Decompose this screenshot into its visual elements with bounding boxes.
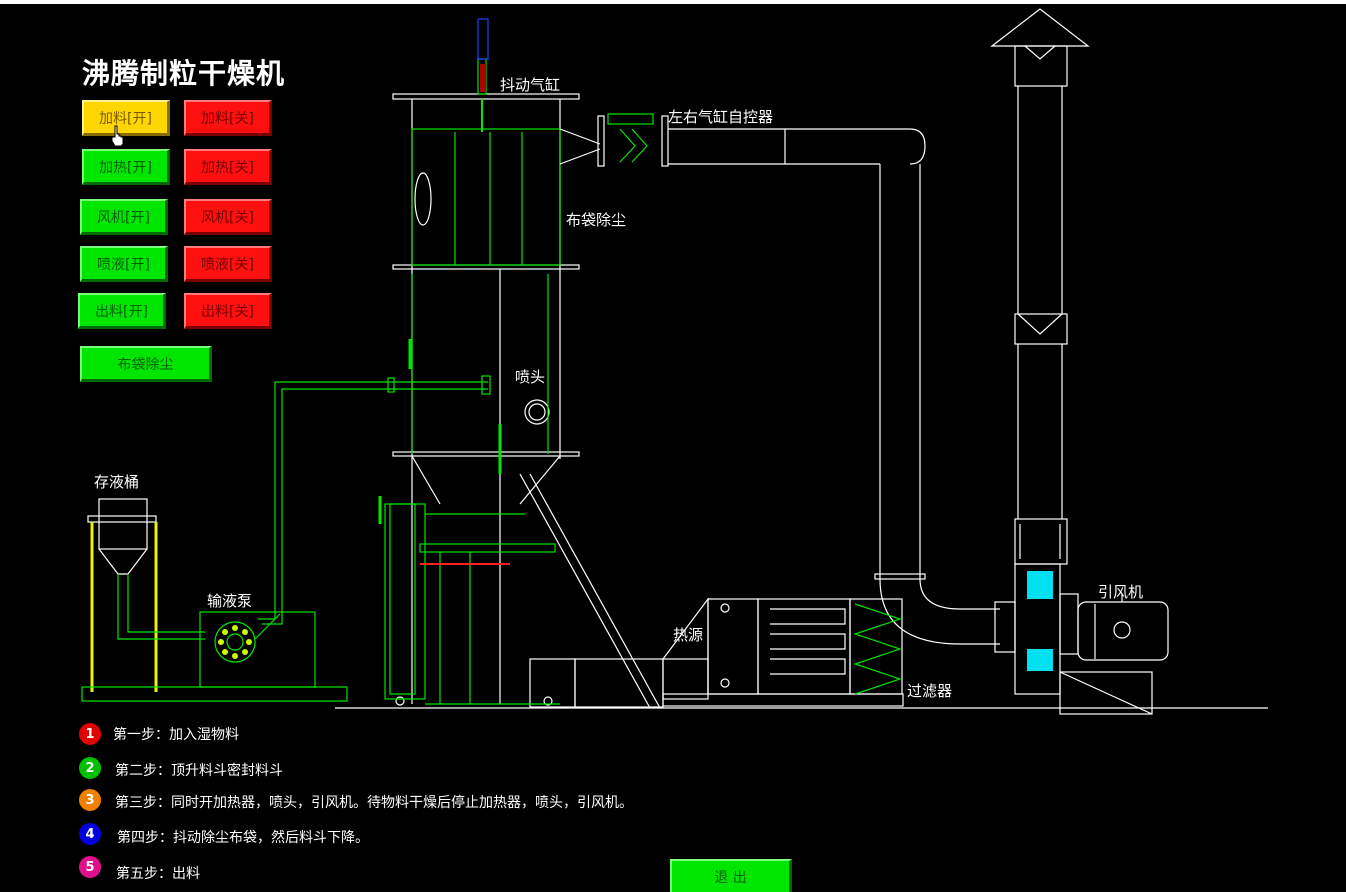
- pump-label: 输液泵: [207, 592, 253, 610]
- fan-off-button[interactable]: 风机[关]: [184, 199, 272, 235]
- spray-off-button[interactable]: 喷液[关]: [184, 246, 272, 282]
- feed-on-button[interactable]: 加料[开]: [82, 100, 170, 136]
- step-5-text: 第五步：出料: [116, 866, 200, 882]
- liquid-tank-label: 存液桶: [94, 473, 140, 491]
- step-4-text: 第四步：抖动除尘布袋，然后料斗下降。: [117, 830, 369, 846]
- lr-cylinder-label: 左右气缸自控器: [668, 108, 774, 126]
- filter-label: 过滤器: [907, 682, 953, 700]
- heat-off-button[interactable]: 加热[关]: [184, 149, 272, 185]
- process-diagram: [81, 8, 1268, 715]
- feed-off-button[interactable]: 加料[关]: [184, 100, 272, 136]
- fan-on-button[interactable]: 风机[开]: [80, 199, 168, 235]
- step-1-badge: 1: [79, 723, 101, 745]
- heat-on-button[interactable]: 加热[开]: [82, 149, 170, 185]
- step-2-badge: 2: [79, 757, 101, 779]
- exit-button[interactable]: 退 出: [670, 859, 792, 892]
- page-title: 沸腾制粒干燥机: [82, 57, 286, 90]
- step-2-text: 第二步：顶升料斗密封料斗: [115, 763, 283, 779]
- bag-filter-label: 布袋除尘: [566, 211, 627, 229]
- shake-cylinder-label: 抖动气缸: [500, 76, 561, 94]
- discharge-off-button[interactable]: 出料[关]: [184, 293, 272, 329]
- step-4-badge: 4: [79, 823, 101, 845]
- bag-dust-button[interactable]: 布袋除尘: [80, 346, 212, 382]
- fan-label: 引风机: [1098, 583, 1144, 601]
- spray-on-button[interactable]: 喷液[开]: [80, 246, 168, 282]
- hmi-screen: 沸腾制粒干燥机 加料[开] 加料[关] 加热[开] 加热[关] 风机[开] 风机…: [0, 4, 1346, 892]
- step-3-badge: 3: [79, 789, 101, 811]
- step-3-text: 第三步：同时开加热器，喷头，引风机。待物料干燥后停止加热器，喷头，引风机。: [115, 795, 633, 811]
- hand-cursor-icon: [111, 125, 124, 147]
- dryer-tower: [392, 93, 664, 709]
- discharge-on-button[interactable]: 出料[开]: [78, 293, 166, 329]
- nozzle-label: 喷头: [515, 368, 546, 386]
- step-5-badge: 5: [79, 856, 101, 878]
- step-1-text: 第一步：加入湿物料: [113, 727, 239, 743]
- heat-source-label: 热源: [673, 626, 704, 644]
